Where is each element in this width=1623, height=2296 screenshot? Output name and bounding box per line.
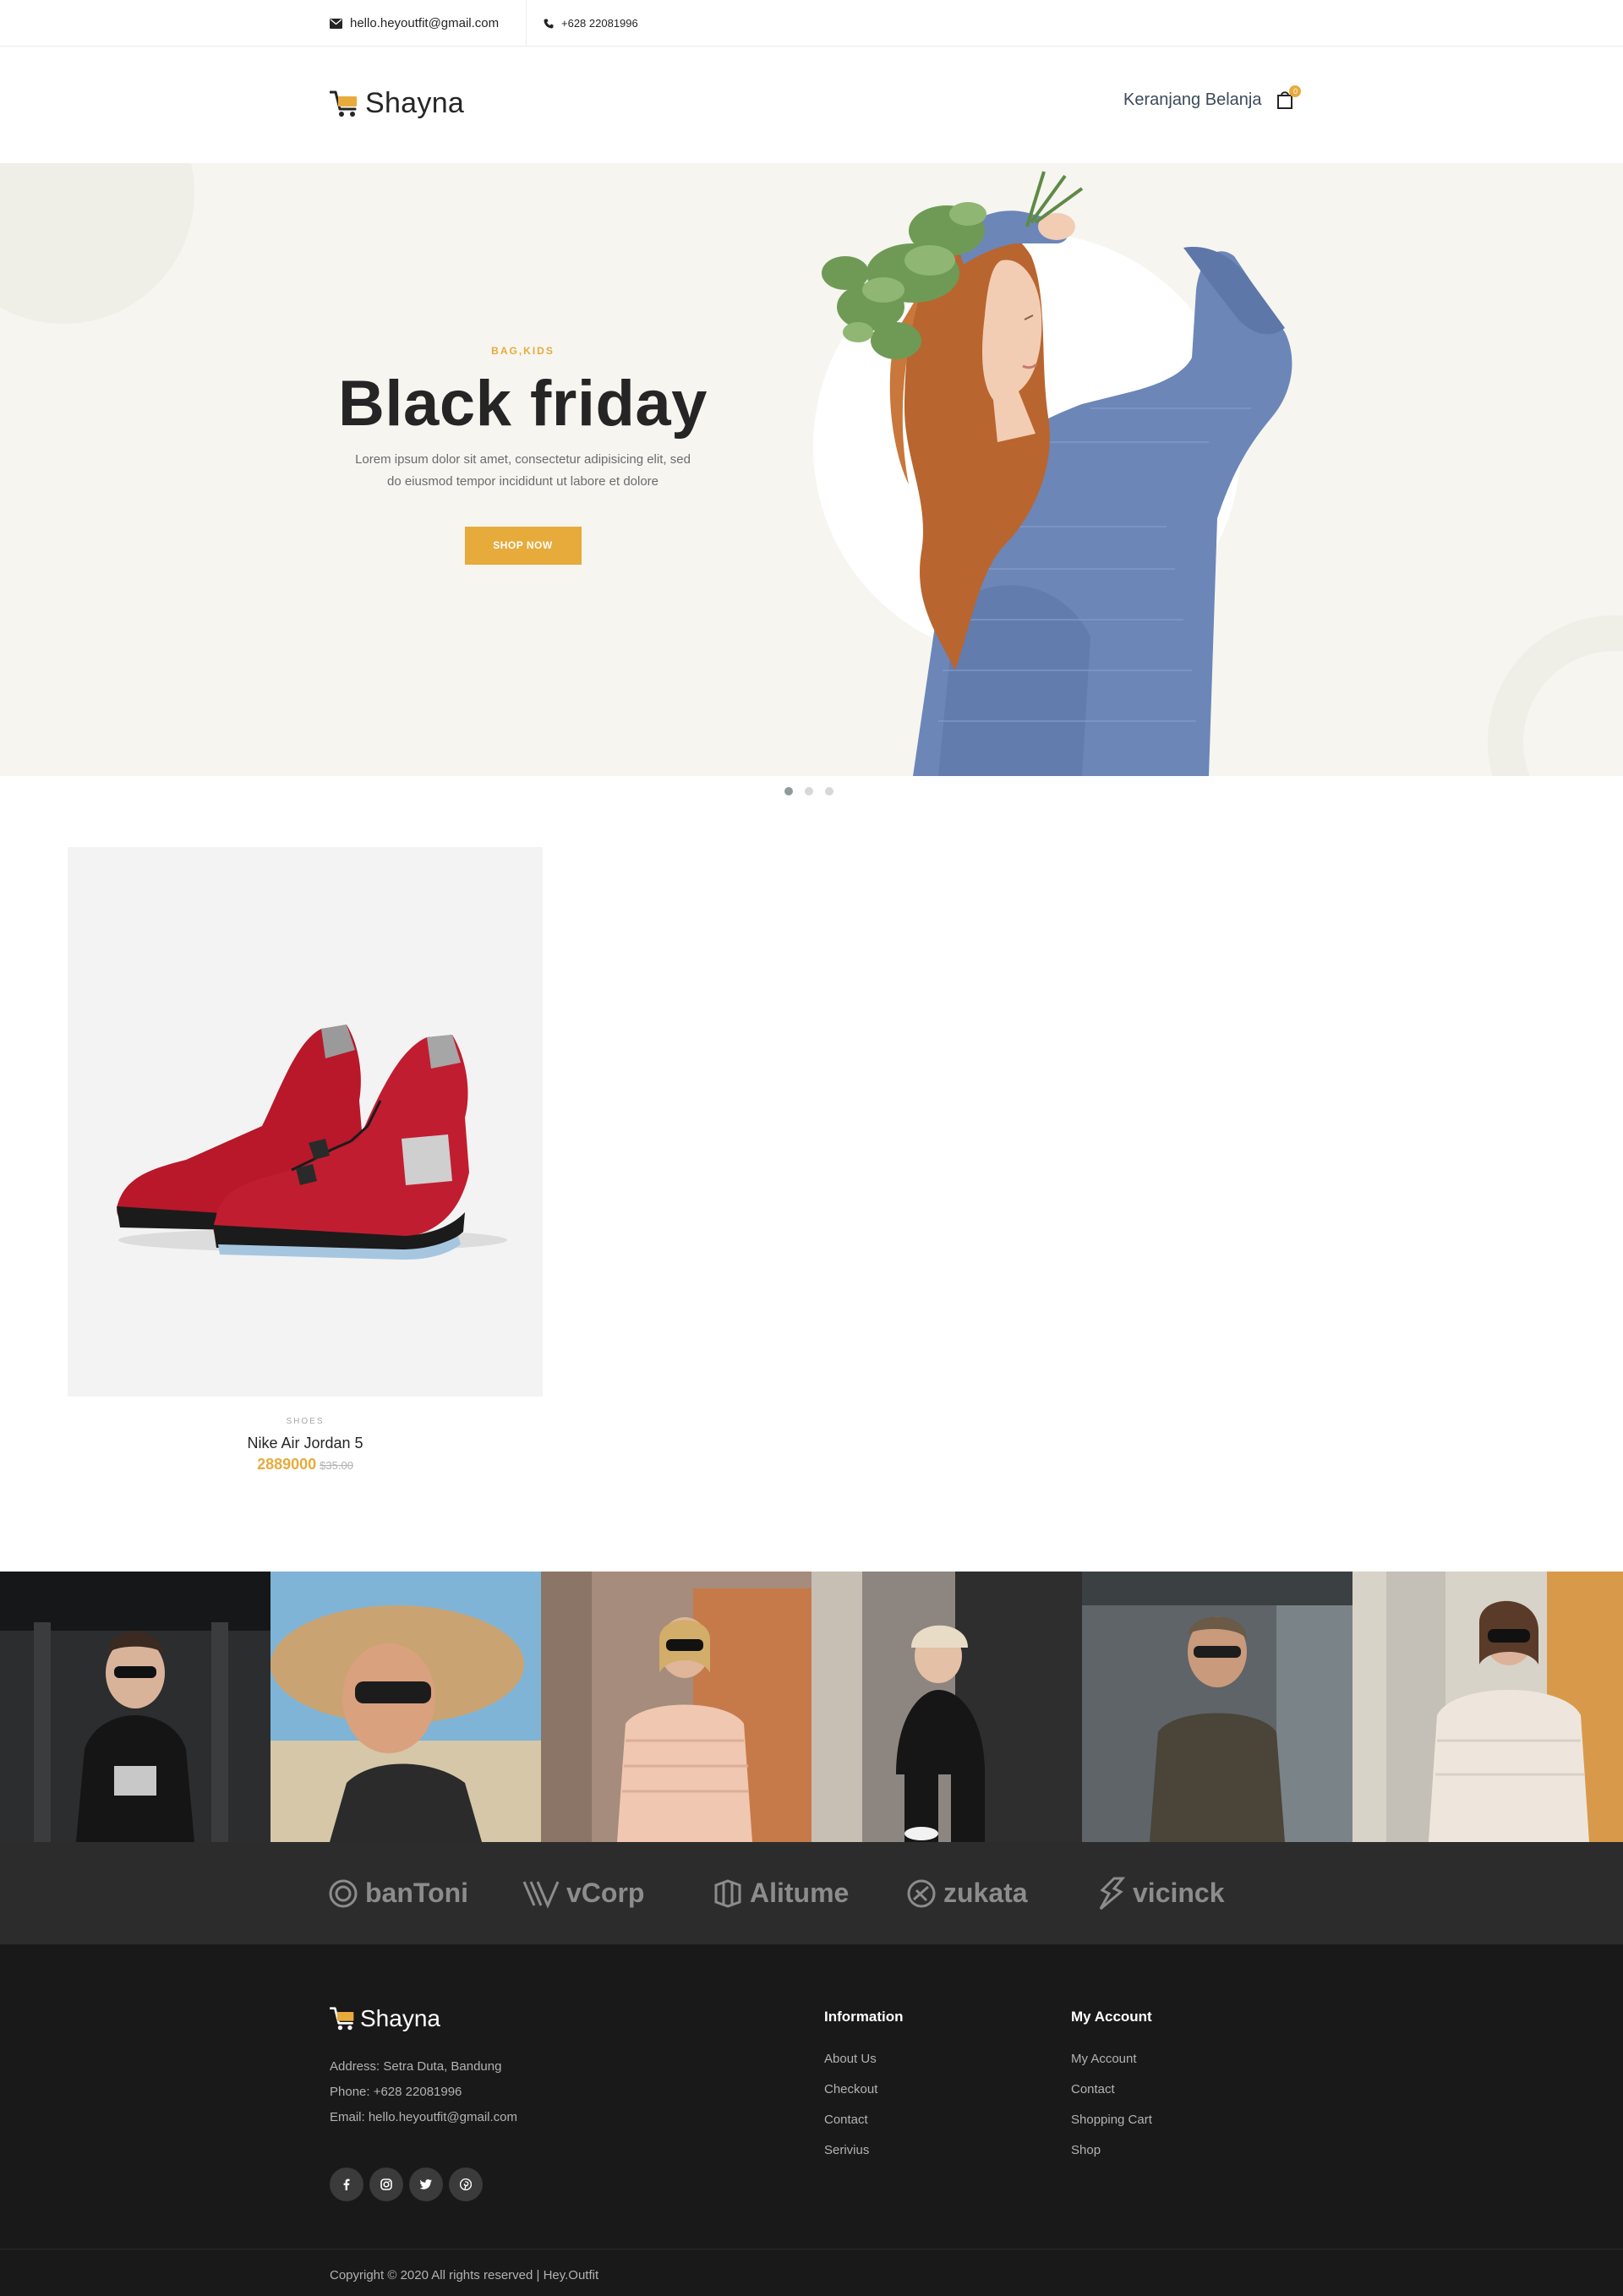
bantoni-icon <box>329 1879 358 1907</box>
product-price: 2889000 <box>257 1456 317 1473</box>
cart-count-badge: 0 <box>1289 85 1302 97</box>
product-price-row: 2889000 $35.00 <box>68 1456 543 1473</box>
mail-icon <box>330 18 342 29</box>
copyright-bar: Copyright © 2020 All rights reserved | H… <box>0 2249 1623 2296</box>
partner-name: vCorp <box>566 1878 645 1908</box>
partner-name: vicinck <box>1133 1878 1225 1908</box>
hero-content: BAG,KIDS Black friday Lorem ipsum dolor … <box>330 345 716 565</box>
hero-model-image <box>822 171 1292 776</box>
partner-logo[interactable]: vicinck <box>1097 1842 1225 1944</box>
footer-information-column: Information About Us Checkout Contact Se… <box>824 2009 904 2166</box>
hero-description-line: Lorem ipsum dolor sit amet, consectetur … <box>355 452 691 467</box>
topbar-divider <box>526 0 527 46</box>
footer-account-column: My Account My Account Contact Shopping C… <box>1071 2009 1152 2166</box>
product-card-image[interactable] <box>68 847 543 1397</box>
shopping-cart-logo-icon <box>330 2007 354 2031</box>
phone-icon <box>544 19 554 28</box>
gallery-photo[interactable] <box>0 1572 270 1842</box>
facebook-icon[interactable] <box>330 2168 363 2201</box>
alitume-icon <box>714 1878 741 1908</box>
contact-phone[interactable]: +628 22081996 <box>544 0 638 46</box>
gallery-photo[interactable] <box>1082 1572 1352 1842</box>
footer-contact: Address: Setra Duta, Bandung Phone: +628… <box>330 2054 517 2130</box>
instagram-icon[interactable] <box>369 2168 403 2201</box>
partner-logo[interactable]: Alitume <box>713 1842 849 1944</box>
instagram-gallery <box>0 1572 1623 1842</box>
logo-text: Shayna <box>365 87 465 119</box>
product-category: SHOES <box>286 1417 325 1426</box>
footer-email: Email: hello.heyoutfit@gmail.com <box>330 2110 517 2124</box>
product-card-info: SHOES Nike Air Jordan 5 2889000 $35.00 <box>68 1417 543 1473</box>
contact-phone-text: +628 22081996 <box>561 17 638 30</box>
social-links <box>330 2168 489 2201</box>
partner-name: zukata <box>943 1878 1028 1908</box>
footer-link-contact[interactable]: Contact <box>824 2105 904 2135</box>
site-logo[interactable]: Shayna <box>330 87 464 120</box>
vicinck-icon <box>1099 1877 1126 1910</box>
hero-title: Black friday <box>338 368 708 440</box>
gallery-photo[interactable] <box>270 1572 541 1842</box>
footer-phone: Phone: +628 22081996 <box>330 2085 462 2099</box>
product-name[interactable]: Nike Air Jordan 5 <box>68 1435 543 1452</box>
gallery-photo[interactable] <box>1352 1572 1623 1842</box>
hero-description-line: do eiusmod tempor incididunt ut labore e… <box>386 474 659 489</box>
slider-dot-2[interactable] <box>805 787 813 795</box>
hero-category: BAG,KIDS <box>491 345 555 357</box>
vcorp-icon <box>522 1880 560 1909</box>
decorative-ring <box>1488 615 1623 776</box>
twitter-icon[interactable] <box>409 2168 443 2201</box>
partner-logo[interactable]: zukata <box>906 1842 1028 1944</box>
shopping-cart-logo-icon <box>330 90 357 117</box>
footer-link-shopping-cart[interactable]: Shopping Cart <box>1071 2105 1152 2135</box>
slider-dot-3[interactable] <box>825 787 833 795</box>
site-footer: Shayna Address: Setra Duta, Bandung Phon… <box>0 1944 1623 2296</box>
hero-slider: BAG,KIDS Black friday Lorem ipsum dolor … <box>0 163 1623 776</box>
shop-now-button[interactable]: SHOP NOW <box>464 527 582 565</box>
footer-link-my-account[interactable]: My Account <box>1071 2044 1152 2075</box>
product-old-price: $35.00 <box>320 1459 353 1472</box>
zukata-icon <box>907 1879 936 1907</box>
gallery-photo[interactable] <box>541 1572 812 1842</box>
footer-address: Address: Setra Duta, Bandung <box>330 2059 502 2074</box>
copyright-text: Copyright © 2020 All rights reserved | H… <box>330 2268 599 2282</box>
footer-link-contact[interactable]: Contact <box>1071 2075 1152 2105</box>
partner-name: banToni <box>365 1878 469 1908</box>
partner-logos: banToni vCorp Alitume zukata vicinck <box>0 1842 1623 1944</box>
shopping-cart-link[interactable]: Keranjang Belanja 0 <box>1123 85 1302 110</box>
contact-email[interactable]: hello.heyoutfit@gmail.com <box>330 0 499 46</box>
hero-description: Lorem ipsum dolor sit amet, consectetur … <box>330 449 716 493</box>
sneaker-image <box>117 1025 507 1260</box>
footer-account-title: My Account <box>1071 2009 1152 2025</box>
top-bar: hello.heyoutfit@gmail.com +628 22081996 <box>0 0 1623 46</box>
pinterest-icon[interactable] <box>449 2168 483 2201</box>
slider-dot-1[interactable] <box>784 787 793 795</box>
partner-logo[interactable]: vCorp <box>522 1842 644 1944</box>
cart-label: Keranjang Belanja <box>1123 90 1262 109</box>
partner-name: Alitume <box>750 1878 850 1908</box>
footer-link-about-us[interactable]: About Us <box>824 2044 904 2075</box>
shopping-bag-icon[interactable]: 0 <box>1276 85 1302 110</box>
footer-link-checkout[interactable]: Checkout <box>824 2075 904 2105</box>
site-header: Shayna Keranjang Belanja 0 <box>0 47 1623 163</box>
footer-logo[interactable]: Shayna <box>330 2005 440 2032</box>
footer-link-serivius[interactable]: Serivius <box>824 2135 904 2166</box>
slider-dots <box>784 787 845 795</box>
gallery-photo[interactable] <box>812 1572 1082 1842</box>
footer-logo-text: Shayna <box>360 2005 440 2031</box>
contact-email-text: hello.heyoutfit@gmail.com <box>350 16 500 30</box>
footer-link-shop[interactable]: Shop <box>1071 2135 1152 2166</box>
partner-logo[interactable]: banToni <box>328 1842 468 1944</box>
decorative-circle <box>0 163 194 324</box>
footer-information-title: Information <box>824 2009 904 2025</box>
